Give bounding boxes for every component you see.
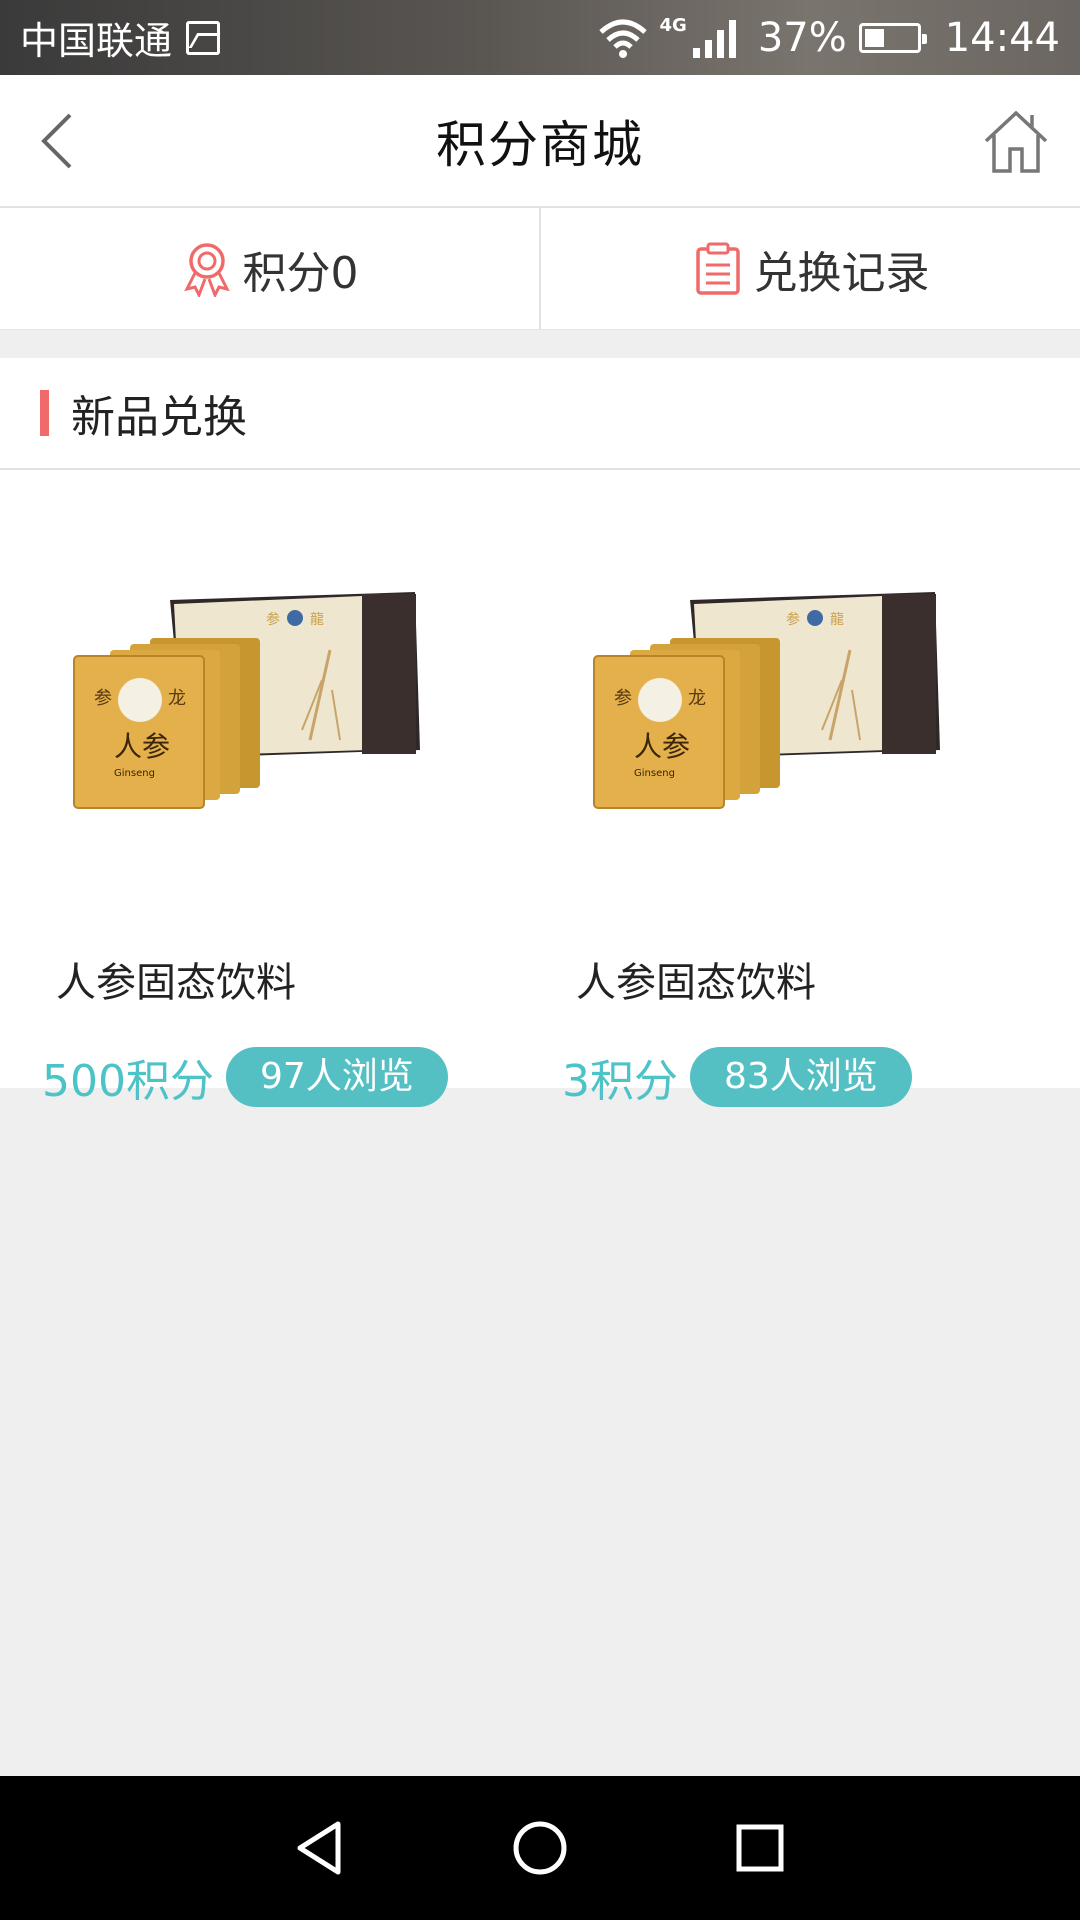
svg-text:人参: 人参 [634, 730, 690, 763]
home-icon[interactable] [980, 105, 1052, 177]
carrier-name: 中国联通 [20, 19, 173, 63]
svg-text:龙: 龙 [688, 688, 706, 709]
wifi-icon [598, 19, 647, 58]
accent-bar [40, 390, 49, 436]
product-image[interactable]: 参 龍 参 龙 人参 Ginseng [590, 580, 950, 810]
points-label: 积分0 [242, 247, 359, 299]
page-title: 积分商城 [436, 115, 644, 174]
action-row: 积分0 兑换记录 [0, 208, 1080, 330]
network-type: 4G [659, 15, 687, 36]
battery-icon [858, 22, 927, 53]
nav-recents-button[interactable] [725, 1813, 795, 1883]
recents-square-icon [736, 1824, 784, 1872]
nav-home-button[interactable] [505, 1813, 575, 1883]
section-header: 新品兑换 [0, 358, 1080, 470]
svg-text:Ginseng: Ginseng [114, 768, 155, 779]
clipboard-icon [695, 242, 740, 295]
product-grid: 参 龍 参 龙 人参 Ginseng 人参固态饮料 500积分 97人浏览 参 … [0, 470, 1080, 1107]
svg-text:Ginseng: Ginseng [634, 768, 675, 779]
signal-icon [692, 18, 736, 58]
product-price: 3积分 [562, 1056, 678, 1107]
svg-text:龙: 龙 [168, 688, 186, 709]
status-bar: 中国联通 4G 37% 14:44 [0, 0, 1080, 75]
product-name[interactable]: 人参固态饮料 [56, 950, 296, 1008]
svg-text:参: 参 [94, 688, 112, 709]
price-row: 3积分 83人浏览 [562, 1045, 912, 1109]
back-triangle-icon [297, 1821, 341, 1875]
points-button[interactable]: 积分0 [0, 208, 539, 329]
clock: 14:44 [944, 14, 1060, 61]
section-title: 新品兑换 [71, 392, 247, 443]
svg-text:参: 参 [614, 688, 632, 709]
views-badge: 83人浏览 [690, 1047, 912, 1107]
records-label: 兑换记录 [753, 247, 930, 299]
battery-percent: 37% [757, 14, 847, 61]
product-card[interactable]: 参 龍 参 龙 人参 Ginseng 人参固态饮料 3积分 83人浏览 [520, 470, 1040, 1107]
svg-text:人参: 人参 [114, 730, 170, 763]
exchange-records-button[interactable]: 兑换记录 [539, 208, 1080, 329]
product-price: 500积分 [42, 1056, 214, 1107]
medal-icon [183, 242, 230, 297]
system-nav-bar [0, 1776, 1080, 1920]
product-image[interactable]: 参 龍 参 龙 人参 Ginseng [70, 580, 430, 810]
battery-level [864, 28, 884, 47]
svg-text:参: 参 [786, 611, 800, 628]
svg-text:龍: 龍 [310, 611, 324, 628]
home-circle-icon [513, 1821, 567, 1875]
chevron-left-icon[interactable] [28, 105, 92, 177]
app-header: 积分商城 [0, 75, 1080, 208]
screen: 中国联通 4G 37% 14:44 积分商城 积分0 兑换记录 新品兑换 参 龍… [0, 0, 1080, 1920]
svg-text:龍: 龍 [830, 611, 844, 628]
views-badge: 97人浏览 [225, 1047, 448, 1107]
product-name[interactable]: 人参固态饮料 [576, 950, 816, 1008]
nav-back-button[interactable] [285, 1813, 355, 1883]
svg-text:参: 参 [266, 611, 280, 628]
image-icon [186, 20, 221, 55]
new-products-section: 新品兑换 参 龍 参 龙 人参 Ginseng 人参固态饮料 500积分 97人… [0, 358, 1080, 1107]
product-card[interactable]: 参 龍 参 龙 人参 Ginseng 人参固态饮料 500积分 97人浏览 [0, 470, 520, 1107]
price-row: 500积分 97人浏览 [42, 1045, 448, 1109]
